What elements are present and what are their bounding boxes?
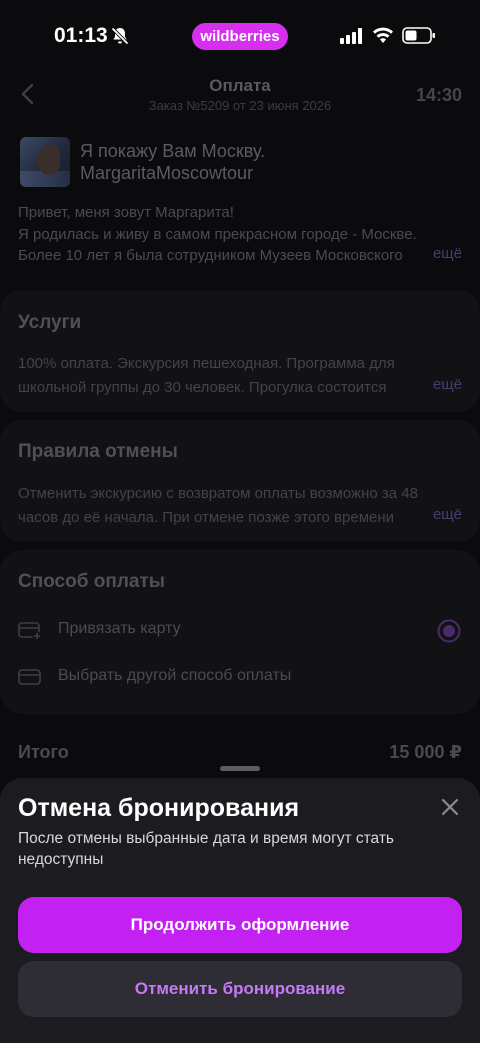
services-line: 100% оплата. Экскурсия пешеходная. Прогр… [18, 355, 395, 372]
payment-screen: 01:13 wildberries Оплата Заказ №5209 от … [0, 0, 480, 1043]
payment-option-label: Привязать карту [58, 620, 181, 637]
status-bar: 01:13 wildberries [0, 0, 480, 70]
rules-line: Отменить экскурсию с возвратом оплаты во… [18, 485, 418, 502]
description-line: Я родилась и живу в самом прекрасном гор… [18, 225, 417, 243]
description-line: Более 10 лет я была сотрудником Музеев М… [18, 247, 403, 264]
close-icon[interactable] [438, 795, 462, 819]
description-line: Привет, меня зовут Маргарита! [18, 204, 234, 221]
tour-description: Привет, меня зовут Маргарита! Я родилась… [18, 202, 462, 267]
rules-more-link[interactable]: ещё [428, 506, 462, 523]
services-title: Услуги [18, 312, 82, 333]
payment-method-title: Способ оплаты [18, 571, 165, 592]
order-subtitle: Заказ №5209 от 23 июня 2026 [148, 98, 332, 113]
cancellation-rules-text: Отменить экскурсию с возвратом оплаты во… [18, 482, 462, 530]
sheet-message: После отмены выбранные дата и время могу… [18, 830, 395, 868]
card-icon [18, 669, 41, 685]
services-more-link[interactable]: ещё [428, 376, 462, 393]
continue-checkout-button[interactable]: Продолжить оформление [18, 897, 462, 953]
rules-line: часов до её начала. При отмене позже это… [18, 509, 395, 526]
wifi-icon [373, 27, 393, 43]
payment-option-link-card[interactable]: Привязать карту [18, 618, 462, 646]
radio-selected-icon[interactable] [437, 619, 461, 643]
sheet-title: Отмена бронирования [18, 794, 300, 822]
services-text: 100% оплата. Экскурсия пешеходная. Прогр… [18, 352, 462, 400]
services-card: Услуги 100% оплата. Экскурсия пешеходная… [0, 290, 480, 412]
card-plus-icon [18, 622, 42, 640]
payment-option-label: Выбрать другой способ оплаты [58, 667, 292, 684]
description-more-link[interactable]: ещё [428, 245, 462, 262]
tour-handle: MargaritaMoscowtour [80, 163, 254, 183]
services-line: школьной группы до 30 человек. Прогулка … [18, 379, 387, 396]
total-label: Итого [18, 742, 69, 762]
booking-time: 14:30 [415, 85, 462, 105]
bell-muted-icon [111, 27, 129, 45]
page-title: Оплата [209, 76, 271, 95]
payment-option-other[interactable]: Выбрать другой способ оплаты [18, 665, 462, 693]
sheet-drag-handle[interactable] [220, 766, 260, 771]
total-value: 15 000 ₽ [389, 742, 462, 762]
brand-logo: wildberries [192, 23, 288, 50]
cancellation-rules-title: Правила отмены [18, 441, 178, 462]
tour-name: Я покажу Вам Москву. [80, 141, 266, 161]
guide-avatar [20, 137, 70, 187]
battery-icon [402, 27, 435, 44]
signal-icon [340, 28, 362, 44]
cancellation-rules-card: Правила отмены Отменить экскурсию с возв… [0, 420, 480, 542]
cancel-booking-button[interactable]: Отменить бронирование [18, 961, 462, 1017]
status-time: 01:13 [54, 24, 108, 47]
